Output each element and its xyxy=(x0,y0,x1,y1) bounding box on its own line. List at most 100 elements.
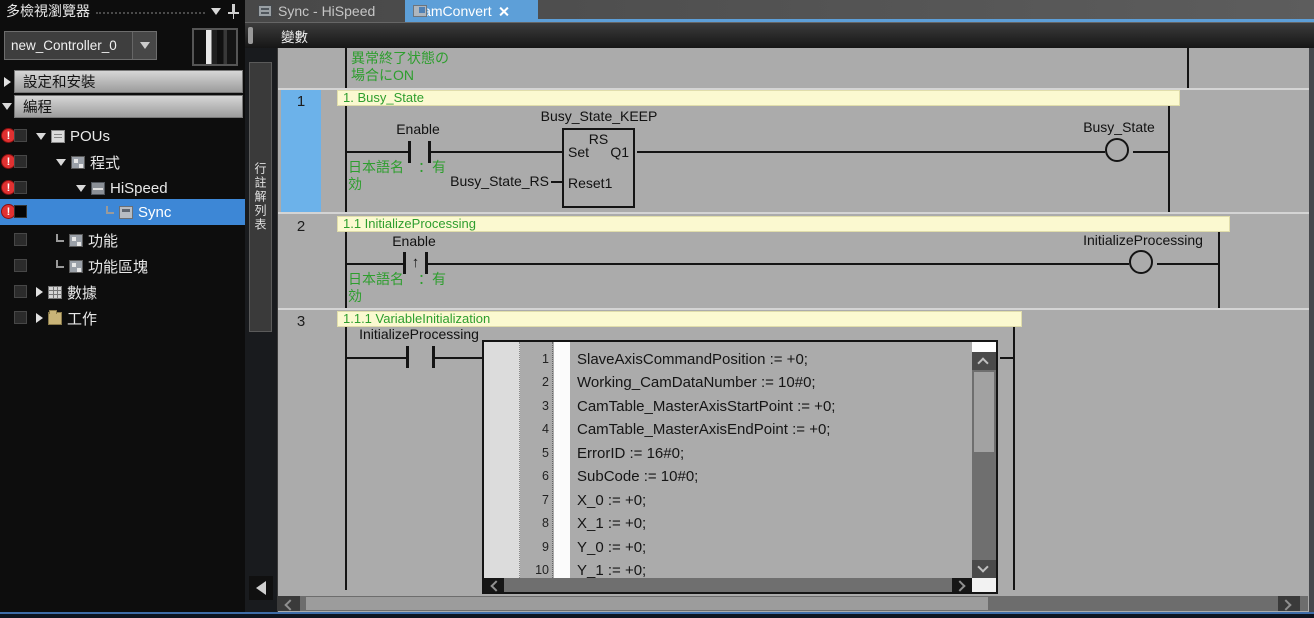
wire xyxy=(551,181,562,183)
initialize-processing-contact-label[interactable]: InitializeProcessing xyxy=(349,326,489,342)
sidebar-item-data[interactable]: 數據 xyxy=(0,279,245,305)
st-line[interactable]: 4CamTable_MasterAxisEndPoint := +0; xyxy=(484,418,972,441)
variables-toolbar: 變數 xyxy=(245,22,1314,48)
rung-separator xyxy=(278,212,1309,214)
toolbar-grip[interactable] xyxy=(248,27,253,44)
expander-down-icon[interactable] xyxy=(36,133,46,140)
enable-contact-label[interactable]: Enable xyxy=(378,121,458,137)
st-vscroll-thumb[interactable] xyxy=(974,372,994,452)
section-programming-bar[interactable]: 編程 xyxy=(14,95,243,118)
panel-header-divider xyxy=(96,12,205,14)
variables-toolbar-label[interactable]: 變數 xyxy=(281,26,308,46)
expander-down-icon[interactable] xyxy=(56,159,66,166)
rung0-comment[interactable]: 異常終了状態の 場合にON xyxy=(351,50,449,84)
contact-japanese-note: 日本語名 ：有 効 xyxy=(348,271,446,305)
controller-select-value: new_Controller_0 xyxy=(5,38,132,53)
editor-horizontal-scrollbar[interactable] xyxy=(278,596,1308,611)
scroll-up-icon[interactable] xyxy=(972,352,996,370)
scroll-left-icon[interactable] xyxy=(484,578,504,592)
sidebar-item-tasks[interactable]: 工作 xyxy=(0,305,245,331)
sidebar-item-pous[interactable]: POUs xyxy=(0,123,245,149)
st-scrollbar-cap xyxy=(972,342,996,352)
tab-sync-hispeed[interactable]: Sync - HiSpeed xyxy=(250,0,400,22)
scroll-left-icon[interactable] xyxy=(278,596,300,611)
st-vertical-scrollbar[interactable] xyxy=(972,342,996,578)
scroll-right-icon[interactable] xyxy=(952,578,972,592)
data-table-icon xyxy=(48,286,62,299)
multiview-explorer-panel: 多檢視瀏覽器 new_Controller_0 設定和安裝 編程 xyxy=(0,0,245,618)
tree-label: 數據 xyxy=(67,282,97,303)
ladder-editor[interactable]: 行註解列表 異常終了状態の 場合にON 1 1. Busy_State Enab… xyxy=(245,48,1314,618)
rung1-comment-bar[interactable]: 1. Busy_State xyxy=(337,90,1180,106)
status-square xyxy=(14,233,27,246)
right-power-rail xyxy=(1013,327,1015,590)
wire xyxy=(435,357,482,359)
st-horizontal-scrollbar[interactable] xyxy=(484,578,972,592)
wire xyxy=(1133,151,1168,153)
expander-right-icon[interactable] xyxy=(36,313,43,323)
rs-function-block[interactable]: RS Set Q1 Reset1 xyxy=(562,128,635,208)
wire xyxy=(637,151,1105,153)
busy-state-coil-label[interactable]: Busy_State xyxy=(1049,119,1189,135)
expander-right-icon[interactable] xyxy=(36,287,43,297)
tree-label: Sync xyxy=(138,204,171,221)
rung2-number[interactable]: 2 xyxy=(281,218,321,235)
collapse-left-icon[interactable] xyxy=(249,576,273,600)
reset-variable-label[interactable]: Busy_State_RS xyxy=(431,173,549,189)
close-icon[interactable] xyxy=(498,6,509,17)
sidebar-item-functions[interactable]: 功能 xyxy=(0,227,245,253)
initialize-processing-coil-label[interactable]: InitializeProcessing xyxy=(1073,232,1213,248)
enable-contact-label[interactable]: Enable xyxy=(374,233,454,249)
rung1-number[interactable]: 1 xyxy=(281,93,321,110)
st-line[interactable]: 5ErrorID := 16#0; xyxy=(484,442,972,465)
st-line[interactable]: 3CamTable_MasterAxisStartPoint := +0; xyxy=(484,395,972,418)
panel-menu-icon[interactable] xyxy=(211,8,221,15)
st-line[interactable]: 1SlaveAxisCommandPosition := +0; xyxy=(484,348,972,371)
st-line[interactable]: 7X_0 := +0; xyxy=(484,489,972,512)
section-configuration[interactable]: 設定和安裝 xyxy=(0,70,245,93)
rung3-number[interactable]: 3 xyxy=(281,313,321,330)
scroll-down-icon[interactable] xyxy=(972,560,996,578)
controller-select-arrow[interactable] xyxy=(132,32,156,59)
tree-label: 工作 xyxy=(67,308,97,329)
wire xyxy=(345,263,403,265)
sidebar-item-programs[interactable]: 程式 xyxy=(0,149,245,175)
controller-select[interactable]: new_Controller_0 xyxy=(4,31,157,60)
editor-pane: Sync - HiSpeed CamConvert 變數 行註解列表 異 xyxy=(245,0,1314,618)
st-line[interactable]: 6SubCode := 10#0; xyxy=(484,465,972,488)
sidebar-item-function-blocks[interactable]: 功能區塊 xyxy=(0,253,245,279)
section-collapsed-icon[interactable] xyxy=(0,77,14,87)
left-power-rail xyxy=(345,327,347,590)
rung2-comment-bar[interactable]: 1.1 InitializeProcessing xyxy=(337,216,1230,232)
st-inline-box[interactable]: 1SlaveAxisCommandPosition := +0; 2Workin… xyxy=(482,340,998,594)
st-line[interactable]: 9Y_0 := +0; xyxy=(484,536,972,559)
rung3-comment-bar[interactable]: 1.1.1 VariableInitialization xyxy=(337,311,1022,327)
sidebar-item-hispeed[interactable]: HiSpeed xyxy=(0,175,245,201)
status-square xyxy=(14,311,27,324)
expander-down-icon[interactable] xyxy=(76,185,86,192)
busy-state-coil[interactable] xyxy=(1105,138,1129,162)
st-line[interactable]: 8X_1 := +0; xyxy=(484,512,972,535)
st-line[interactable]: 2Working_CamDataNumber := 10#0; xyxy=(484,371,972,394)
tree-label: POUs xyxy=(70,128,110,145)
block-reset1-input: Reset1 xyxy=(568,175,612,191)
tree-label: 程式 xyxy=(90,152,120,173)
controller-device-icon xyxy=(192,28,238,66)
section-configuration-bar[interactable]: 設定和安裝 xyxy=(14,70,243,93)
right-power-rail xyxy=(1187,48,1189,88)
tree-elbow xyxy=(56,260,64,268)
initialize-processing-contact[interactable] xyxy=(406,346,409,368)
rung-comment-list-tab[interactable]: 行註解列表 xyxy=(249,62,272,332)
wire xyxy=(345,151,408,153)
function-icon xyxy=(69,234,83,247)
scroll-right-icon[interactable] xyxy=(1278,596,1300,611)
initialize-processing-coil[interactable] xyxy=(1129,250,1153,274)
sidebar-item-sync[interactable]: Sync xyxy=(0,199,245,225)
tab-label: Sync - HiSpeed xyxy=(278,3,375,19)
section-expanded-icon[interactable] xyxy=(0,103,14,110)
rs-block-instance-label[interactable]: Busy_State_KEEP xyxy=(509,108,689,124)
section-programming[interactable]: 編程 xyxy=(0,95,245,118)
function-block-doc-icon xyxy=(413,5,427,17)
pin-icon[interactable] xyxy=(227,3,239,19)
editor-hscroll-thumb[interactable] xyxy=(306,597,988,610)
